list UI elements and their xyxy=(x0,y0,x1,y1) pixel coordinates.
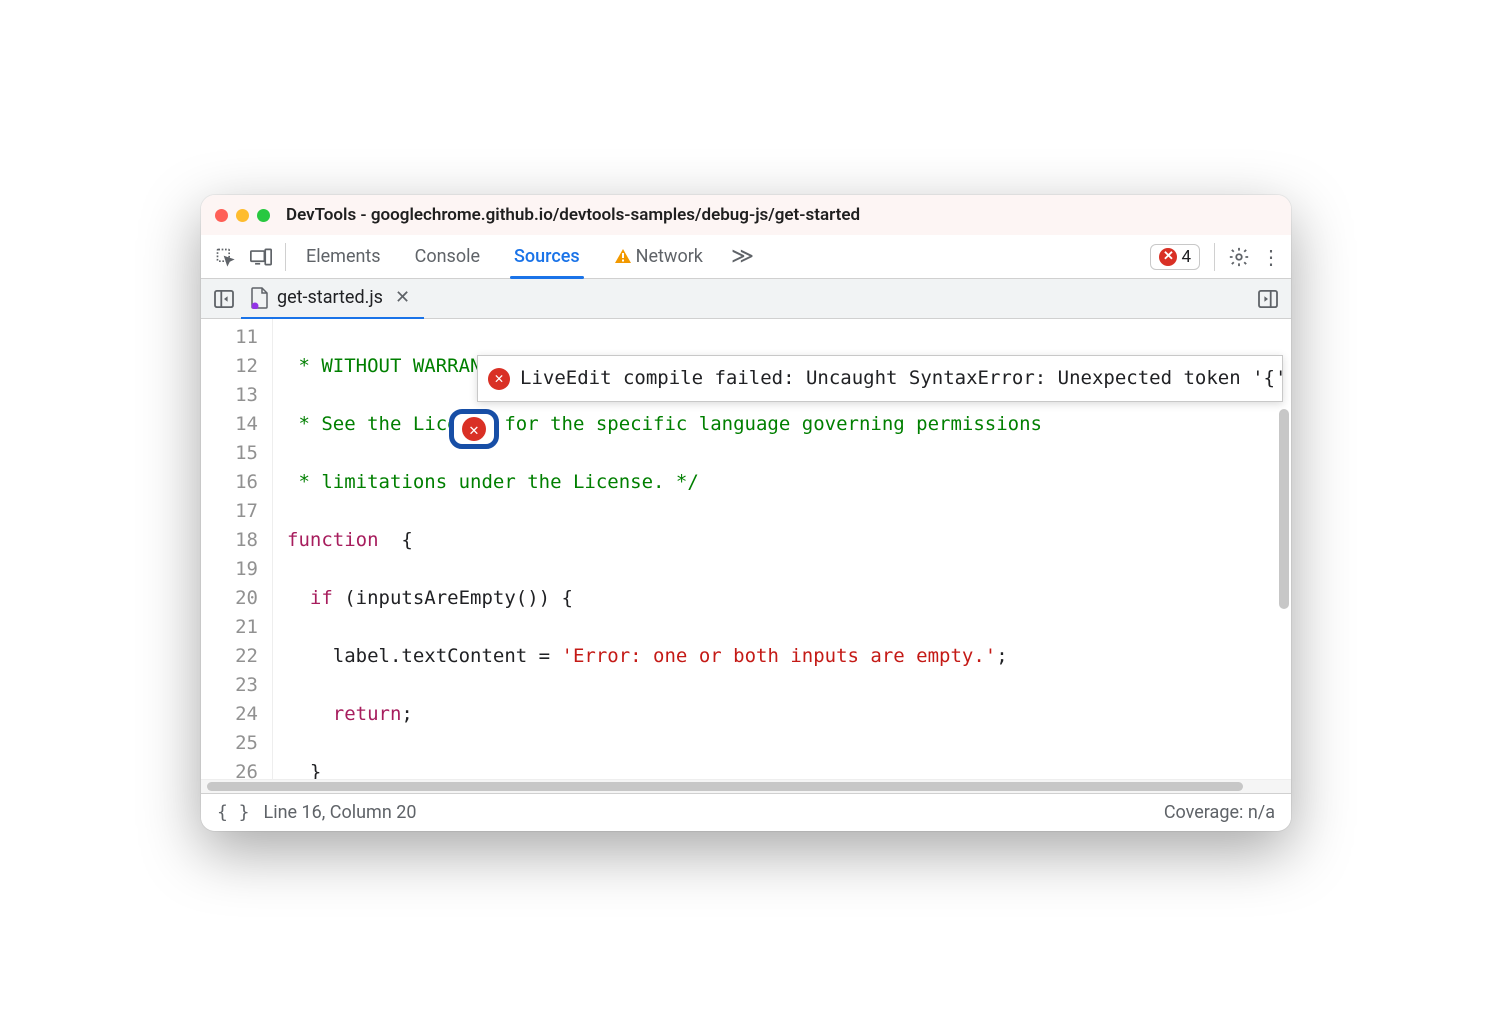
pretty-print-button[interactable]: { } xyxy=(217,802,250,823)
horizontal-scrollbar[interactable] xyxy=(201,779,1291,793)
inspect-element-button[interactable] xyxy=(207,239,243,275)
code-line: label.textContent = 'Error: one or both … xyxy=(287,642,1283,671)
line-number: 21 xyxy=(209,613,258,642)
line-number: 12 xyxy=(209,352,258,381)
line-number: 22 xyxy=(209,642,258,671)
more-tabs-button[interactable]: ≫ xyxy=(723,244,762,269)
device-toolbar-button[interactable] xyxy=(243,239,279,275)
show-navigator-button[interactable] xyxy=(207,282,241,316)
code-line: * limitations under the License. */ xyxy=(287,468,1283,497)
code-line: * See the License for the specific langu… xyxy=(287,410,1283,439)
line-number: 14 xyxy=(209,410,258,439)
settings-button[interactable] xyxy=(1221,246,1257,268)
maximize-window-button[interactable] xyxy=(257,209,270,222)
error-icon: ✕ xyxy=(462,417,486,441)
line-number: 11 xyxy=(209,323,258,352)
show-debugger-button[interactable] xyxy=(1251,282,1285,316)
sources-toolbar: get-started.js ✕ xyxy=(201,279,1291,319)
tab-elements[interactable]: Elements xyxy=(292,236,395,277)
line-number: 17 xyxy=(209,497,258,526)
file-tab-name: get-started.js xyxy=(277,287,383,308)
file-icon xyxy=(251,287,269,309)
code-line: return; xyxy=(287,700,1283,729)
error-count-badge[interactable]: ✕ 4 xyxy=(1150,244,1200,270)
minimize-window-button[interactable] xyxy=(236,209,249,222)
toolbar-divider xyxy=(1214,243,1215,271)
error-icon: ✕ xyxy=(488,368,510,390)
statusbar: { } Line 16, Column 20 Coverage: n/a xyxy=(201,793,1291,831)
warning-icon xyxy=(614,248,632,264)
file-tab-close-button[interactable]: ✕ xyxy=(391,287,414,308)
close-window-button[interactable] xyxy=(215,209,228,222)
tab-console[interactable]: Console xyxy=(401,236,494,277)
vertical-scrollbar[interactable] xyxy=(1279,409,1289,609)
titlebar: DevTools - googlechrome.github.io/devtoo… xyxy=(201,195,1291,235)
window-title: DevTools - googlechrome.github.io/devtoo… xyxy=(286,205,860,225)
main-toolbar: Elements Console Sources Network ≫ ✕ 4 ⋮ xyxy=(201,235,1291,279)
tab-sources[interactable]: Sources xyxy=(500,236,594,277)
code-content[interactable]: * WITHOUT WARRANTIES OR CONDITIONS OF AN… xyxy=(273,319,1291,779)
line-number: 25 xyxy=(209,729,258,758)
code-line: if (inputsAreEmpty()) { xyxy=(287,584,1283,613)
file-tab[interactable]: get-started.js ✕ xyxy=(241,279,424,320)
syntax-error-marker[interactable]: ✕ xyxy=(449,409,499,449)
line-number: 24 xyxy=(209,700,258,729)
toolbar-divider xyxy=(285,243,286,271)
line-number: 26 xyxy=(209,758,258,779)
error-tooltip-message: LiveEdit compile failed: Uncaught Syntax… xyxy=(520,364,1286,393)
line-number: 19 xyxy=(209,555,258,584)
line-number: 13 xyxy=(209,381,258,410)
tab-network-label: Network xyxy=(636,246,703,267)
panel-tabs: Elements Console Sources Network ≫ xyxy=(292,236,1142,277)
line-number: 23 xyxy=(209,671,258,700)
line-number: 18 xyxy=(209,526,258,555)
code-line: } xyxy=(287,758,1283,779)
code-line: function { xyxy=(287,526,1283,555)
code-editor[interactable]: 11 12 13 14 15 16 17 18 19 20 21 22 23 2… xyxy=(201,319,1291,779)
cursor-position: Line 16, Column 20 xyxy=(264,802,417,823)
line-number: 15 xyxy=(209,439,258,468)
line-number-gutter: 11 12 13 14 15 16 17 18 19 20 21 22 23 2… xyxy=(201,319,273,779)
error-icon: ✕ xyxy=(1159,248,1177,266)
coverage-status: Coverage: n/a xyxy=(1164,802,1275,823)
tab-network[interactable]: Network xyxy=(600,236,717,277)
more-options-button[interactable]: ⋮ xyxy=(1257,245,1285,269)
error-tooltip: ✕ LiveEdit compile failed: Uncaught Synt… xyxy=(477,355,1283,402)
error-count: 4 xyxy=(1181,247,1191,267)
line-number: 16 xyxy=(209,468,258,497)
line-number: 20 xyxy=(209,584,258,613)
traffic-lights xyxy=(215,209,270,222)
devtools-window: DevTools - googlechrome.github.io/devtoo… xyxy=(201,195,1291,831)
